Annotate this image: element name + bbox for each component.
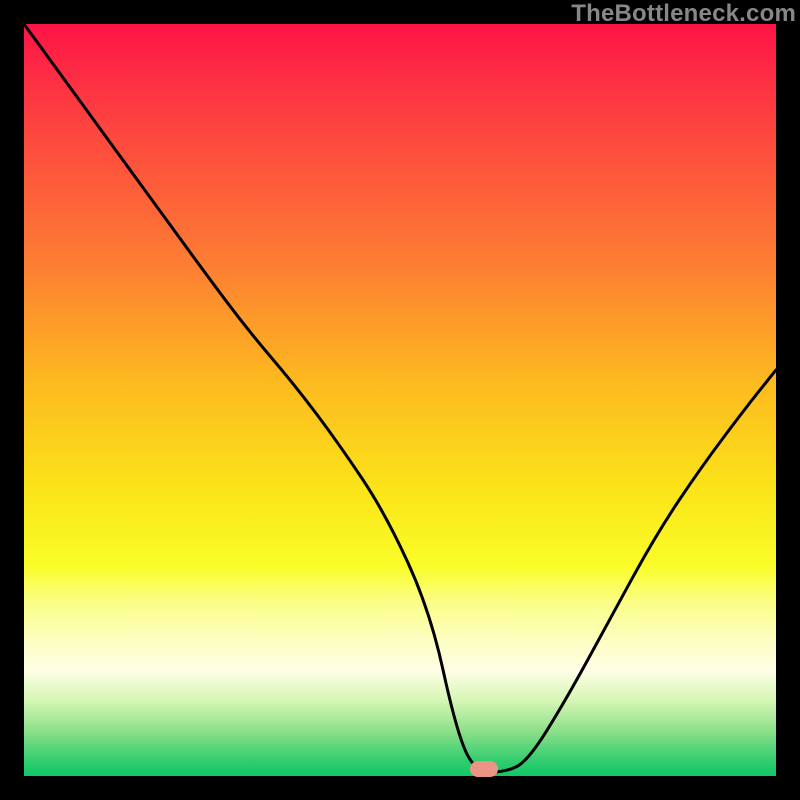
chart-container <box>24 24 776 776</box>
watermark-label: TheBottleneck.com <box>571 0 796 28</box>
bottleneck-curve <box>24 24 776 776</box>
bottleneck-marker <box>470 761 498 777</box>
